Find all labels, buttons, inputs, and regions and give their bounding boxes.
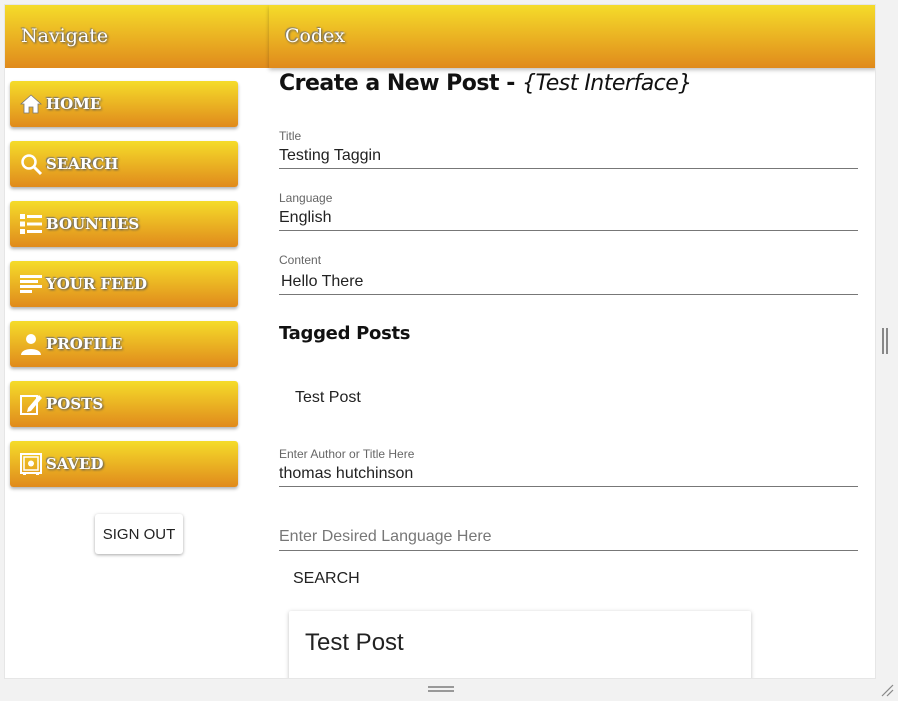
sidebar-item-bounties[interactable]: BOUNTIES (10, 201, 238, 247)
title-field-value[interactable]: Testing Taggin (279, 144, 858, 168)
sidebar-item-profile[interactable]: PROFILE (10, 321, 238, 367)
author-search-field[interactable]: Enter Author or Title Here thomas hutchi… (279, 447, 858, 487)
sidebar-item-your-feed[interactable]: YOUR FEED (10, 261, 238, 307)
sidebar-title: Navigate (21, 25, 109, 47)
scrollbar-grip[interactable] (882, 328, 888, 354)
app-title: Codex (285, 25, 346, 47)
app-window: Navigate Codex HOME SEARCH BOUNTIES YOUR… (4, 4, 876, 679)
sidebar-nav: HOME SEARCH BOUNTIES YOUR FEED PROFILE P… (10, 81, 238, 501)
language-field-label: Language (279, 191, 333, 205)
sidebar-item-search[interactable]: SEARCH (10, 141, 238, 187)
sidebar-item-label: BOUNTIES (46, 215, 140, 233)
sidebar-item-posts[interactable]: POSTS (10, 381, 238, 427)
search-button[interactable]: SEARCH (293, 570, 360, 588)
feed-icon (20, 275, 42, 293)
sidebar-item-label: HOME (46, 95, 102, 113)
content-field-label: Content (279, 253, 322, 267)
language-search-placeholder[interactable]: Enter Desired Language Here (279, 524, 858, 550)
content-field-value[interactable]: Hello There (279, 268, 858, 294)
language-field-value[interactable]: English (279, 206, 858, 230)
sidebar-item-saved[interactable]: SAVED (10, 441, 238, 487)
language-search-field[interactable]: Enter Desired Language Here (279, 524, 858, 551)
page-title: Create a New Post - {Test Interface} (279, 71, 692, 96)
person-icon (21, 334, 41, 355)
language-field[interactable]: Language English (279, 191, 858, 231)
safe-icon (20, 453, 42, 475)
result-card[interactable]: Test Post (289, 611, 751, 678)
home-icon (19, 94, 43, 114)
edit-icon (20, 395, 42, 415)
author-search-value[interactable]: thomas hutchinson (279, 462, 858, 486)
search-icon (21, 154, 43, 176)
tagged-post-item[interactable]: Test Post (295, 389, 361, 407)
page-title-prefix: Create a New Post - (279, 71, 522, 96)
app-header: Codex (269, 5, 875, 68)
tagged-posts-heading: Tagged Posts (279, 323, 411, 344)
sidebar-item-label: POSTS (46, 395, 104, 413)
sidebar-item-label: YOUR FEED (46, 275, 148, 293)
page-title-emphasis: {Test Interface} (521, 71, 692, 96)
sidebar-item-home[interactable]: HOME (10, 81, 238, 127)
result-card-title: Test Post (305, 629, 404, 656)
content-field[interactable]: Content Hello There (279, 253, 858, 295)
title-field[interactable]: Title Testing Taggin (279, 129, 858, 169)
resize-corner-icon[interactable] (880, 683, 894, 697)
list-icon (20, 214, 42, 234)
resize-grip-bottom[interactable] (428, 686, 454, 692)
author-search-label: Enter Author or Title Here (279, 447, 415, 461)
title-field-label: Title (279, 129, 302, 143)
sidebar-item-label: PROFILE (46, 335, 123, 353)
sign-out-button[interactable]: SIGN OUT (95, 514, 183, 554)
sidebar-item-label: SEARCH (46, 155, 119, 173)
sidebar-item-label: SAVED (46, 455, 104, 473)
sidebar-header: Navigate (5, 5, 269, 68)
